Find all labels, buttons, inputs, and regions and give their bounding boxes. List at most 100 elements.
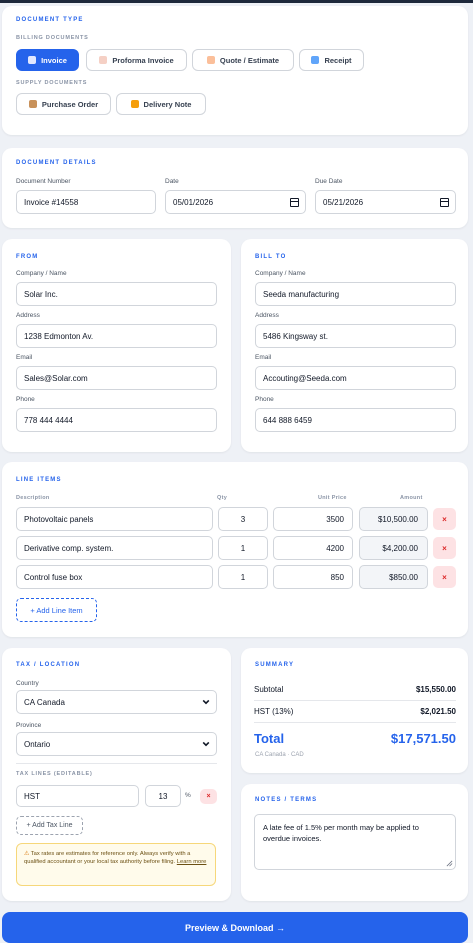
summary-title: SUMMARY (255, 662, 295, 668)
tax-warning-text: Tax rates are estimates for reference on… (24, 851, 191, 866)
currency-note: CA Canada · CAD (255, 752, 304, 758)
line-item-description-input[interactable]: Derivative comp. system. (16, 536, 213, 560)
doc-type-label: Purchase Order (41, 99, 99, 109)
province-select[interactable]: Ontario (16, 732, 217, 756)
summary-divider (254, 700, 456, 701)
add-line-item-button[interactable]: + Add Line Item (16, 598, 97, 622)
doc-type-purchase-order-button[interactable]: Purchase Order (16, 93, 111, 115)
subtotal-label: Subtotal (254, 685, 284, 694)
truck-icon (130, 100, 139, 108)
from-company-input[interactable]: Solar Inc. (16, 282, 217, 306)
doc-type-label: Receipt (324, 55, 352, 65)
from-phone-label: Phone (16, 396, 35, 403)
line-item-amount: $4,200.00 (359, 536, 428, 560)
tax-name-input[interactable]: HST (16, 785, 139, 807)
date-value: 05/01/2026 (173, 197, 214, 207)
doc-type-label: Invoice (41, 55, 67, 65)
from-title: FROM (16, 254, 39, 260)
bill-to-address-label: Address (255, 312, 279, 319)
doc-type-label: Proforma Invoice (112, 55, 174, 65)
doc-type-quote-button[interactable]: Quote / Estimate (192, 49, 294, 71)
line-item-unit-price-input[interactable]: 4200 (273, 536, 353, 560)
line-item-qty-input[interactable]: 1 (218, 565, 268, 589)
bill-to-address-input[interactable]: 5486 Kingsway st. (255, 324, 456, 348)
document-type-title: DOCUMENT TYPE (16, 17, 84, 23)
from-email-label: Email (16, 354, 33, 361)
from-company-label: Company / Name (16, 270, 67, 277)
notes-title: NOTES / TERMS (255, 797, 318, 803)
bill-to-title: BILL TO (255, 254, 287, 260)
total-value: $17,571.50 (390, 731, 456, 746)
bill-to-email-input[interactable]: Accouting@Seeda.com (255, 366, 456, 390)
resize-handle-icon[interactable] (446, 860, 453, 867)
percent-sign: % (185, 792, 191, 799)
line-item-qty-input[interactable]: 3 (218, 507, 268, 531)
box-icon (28, 100, 37, 108)
line-item-unit-price-input[interactable]: 3500 (273, 507, 353, 531)
due-date-input[interactable]: 05/21/2026 (315, 190, 456, 214)
country-value: CA Canada (24, 697, 65, 707)
tax-rate-input[interactable]: 13 (145, 785, 181, 807)
doc-type-receipt-button[interactable]: Receipt (299, 49, 364, 71)
doc-type-invoice-button[interactable]: Invoice (16, 49, 79, 71)
learn-more-link[interactable]: Learn more (177, 859, 207, 865)
from-address-input[interactable]: 1238 Edmonton Av. (16, 324, 217, 348)
document-details-title: DOCUMENT DETAILS (16, 160, 97, 166)
close-icon: × (442, 572, 447, 582)
notes-textarea[interactable]: A late fee of 1.5% per month may be appl… (254, 814, 456, 870)
line-item-unit-price-input[interactable]: 850 (273, 565, 353, 589)
warning-icon: ⚠ (24, 851, 31, 857)
column-header-unit-price: Unit Price (318, 495, 347, 501)
line-item-description-input[interactable]: Photovoltaic panels (16, 507, 213, 531)
from-address-label: Address (16, 312, 40, 319)
billing-documents-label: BILLING DOCUMENTS (16, 35, 89, 41)
document-number-input[interactable]: Invoice #14558 (16, 190, 156, 214)
supply-documents-label: SUPPLY DOCUMENTS (16, 80, 88, 86)
province-label: Province (16, 722, 42, 729)
close-icon: × (442, 514, 447, 524)
close-icon: × (442, 543, 447, 553)
due-date-label: Due Date (315, 178, 343, 185)
document-number-label: Document Number (16, 178, 71, 185)
tax-location-title: TAX / LOCATION (16, 662, 81, 668)
date-input[interactable]: 05/01/2026 (165, 190, 306, 214)
summary-divider (254, 722, 456, 723)
delete-line-item-button[interactable]: × (433, 508, 456, 530)
window-top-border (0, 0, 473, 3)
tax-value: $2,021.50 (420, 707, 456, 716)
line-item-qty-input[interactable]: 1 (218, 536, 268, 560)
bill-to-company-input[interactable]: Seeda manufacturing (255, 282, 456, 306)
bill-to-email-label: Email (255, 354, 272, 361)
column-header-qty: Qty (217, 495, 228, 501)
calendar-icon[interactable] (440, 198, 449, 207)
tax-label: HST (13%) (254, 707, 294, 716)
doc-type-proforma-button[interactable]: Proforma Invoice (86, 49, 187, 71)
tax-row: HST (13%) $2,021.50 (254, 707, 456, 716)
delete-line-item-button[interactable]: × (433, 537, 456, 559)
line-item-description-input[interactable]: Control fuse box (16, 565, 213, 589)
add-tax-line-button[interactable]: + Add Tax Line (16, 816, 83, 835)
line-items-title: LINE ITEMS (16, 477, 62, 483)
chevron-down-icon (202, 699, 210, 705)
column-header-amount: Amount (400, 495, 423, 501)
calendar-icon[interactable] (290, 198, 299, 207)
delete-tax-line-button[interactable]: × (200, 789, 217, 804)
doc-type-delivery-note-button[interactable]: Delivery Note (116, 93, 206, 115)
proforma-icon (99, 56, 108, 64)
total-label: Total (254, 731, 285, 746)
tax-divider (16, 763, 217, 764)
country-select[interactable]: CA Canada (16, 690, 217, 714)
due-date-value: 05/21/2026 (323, 197, 364, 207)
date-label: Date (165, 178, 179, 185)
tax-lines-label: TAX LINES (EDITABLE) (16, 771, 93, 777)
doc-type-label: Delivery Note (143, 99, 192, 109)
close-icon: × (206, 793, 211, 800)
from-phone-input[interactable]: 778 444 4444 (16, 408, 217, 432)
delete-line-item-button[interactable]: × (433, 566, 456, 588)
line-item-amount: $850.00 (359, 565, 428, 589)
preview-download-button[interactable]: Preview & Download → (2, 912, 468, 943)
doc-type-label: Quote / Estimate (219, 55, 280, 65)
bill-to-phone-input[interactable]: 644 888 6459 (255, 408, 456, 432)
from-email-input[interactable]: Sales@Solar.com (16, 366, 217, 390)
bill-to-company-label: Company / Name (255, 270, 306, 277)
